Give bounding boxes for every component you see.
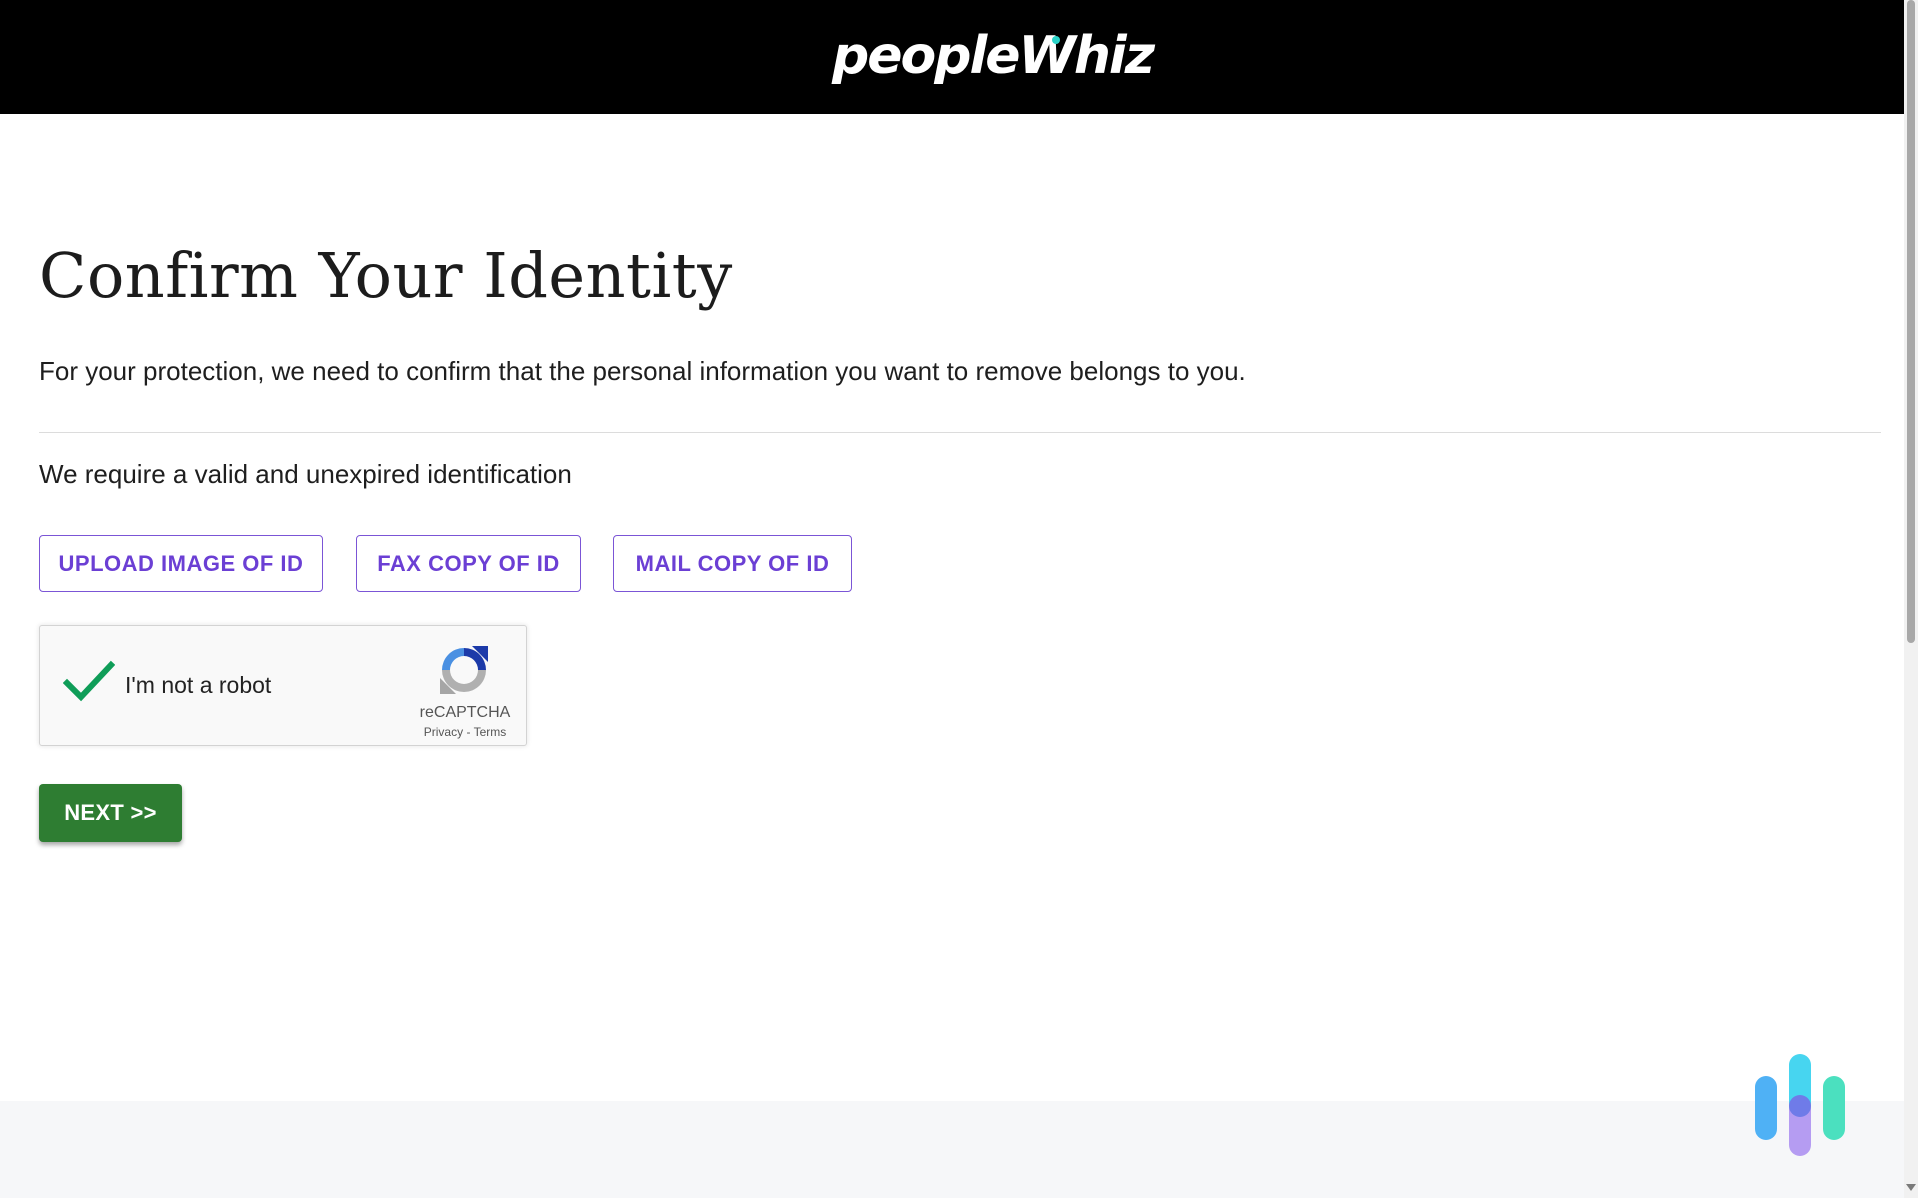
recaptcha-widget: I'm not a robot reCAPTCHA Privacy - Term… — [39, 625, 527, 746]
id-requirement-text: We require a valid and unexpired identif… — [39, 459, 572, 489]
recaptcha-links: Privacy - Terms — [405, 725, 525, 739]
upload-image-of-id-button[interactable]: UPLOAD IMAGE OF ID — [39, 535, 323, 592]
checkmark-icon — [62, 660, 116, 702]
peoplewhiz-logo[interactable]: peopleWhiz — [832, 18, 1155, 94]
site-header: peopleWhiz — [0, 0, 1904, 114]
recaptcha-privacy-link[interactable]: Privacy — [424, 725, 463, 739]
recaptcha-terms-link[interactable]: Terms — [474, 725, 507, 739]
scroll-down-arrow-icon[interactable] — [1906, 1184, 1916, 1191]
logo-accent-dot — [1052, 36, 1060, 44]
next-button[interactable]: NEXT >> — [39, 784, 182, 842]
page-title: Confirm Your Identity — [39, 239, 733, 312]
divider — [39, 432, 1881, 433]
page-footer — [0, 1101, 1904, 1198]
bars-logo-icon[interactable] — [1750, 1052, 1850, 1160]
logo-text: peopleWhiz — [832, 26, 1155, 86]
mail-copy-of-id-button[interactable]: MAIL COPY OF ID — [613, 535, 852, 592]
recaptcha-label: I'm not a robot — [125, 672, 272, 698]
recaptcha-checkbox[interactable] — [62, 659, 116, 703]
page-subtitle: For your protection, we need to confirm … — [39, 356, 1246, 386]
vertical-scrollbar[interactable] — [1904, 0, 1918, 1198]
fax-copy-of-id-button[interactable]: FAX COPY OF ID — [356, 535, 581, 592]
recaptcha-link-separator: - — [466, 725, 471, 739]
scrollbar-thumb[interactable] — [1907, 0, 1915, 643]
recaptcha-logo-icon — [436, 642, 492, 698]
recaptcha-brand: reCAPTCHA — [419, 704, 511, 721]
page: peopleWhiz Confirm Your Identity For you… — [0, 0, 1918, 1198]
